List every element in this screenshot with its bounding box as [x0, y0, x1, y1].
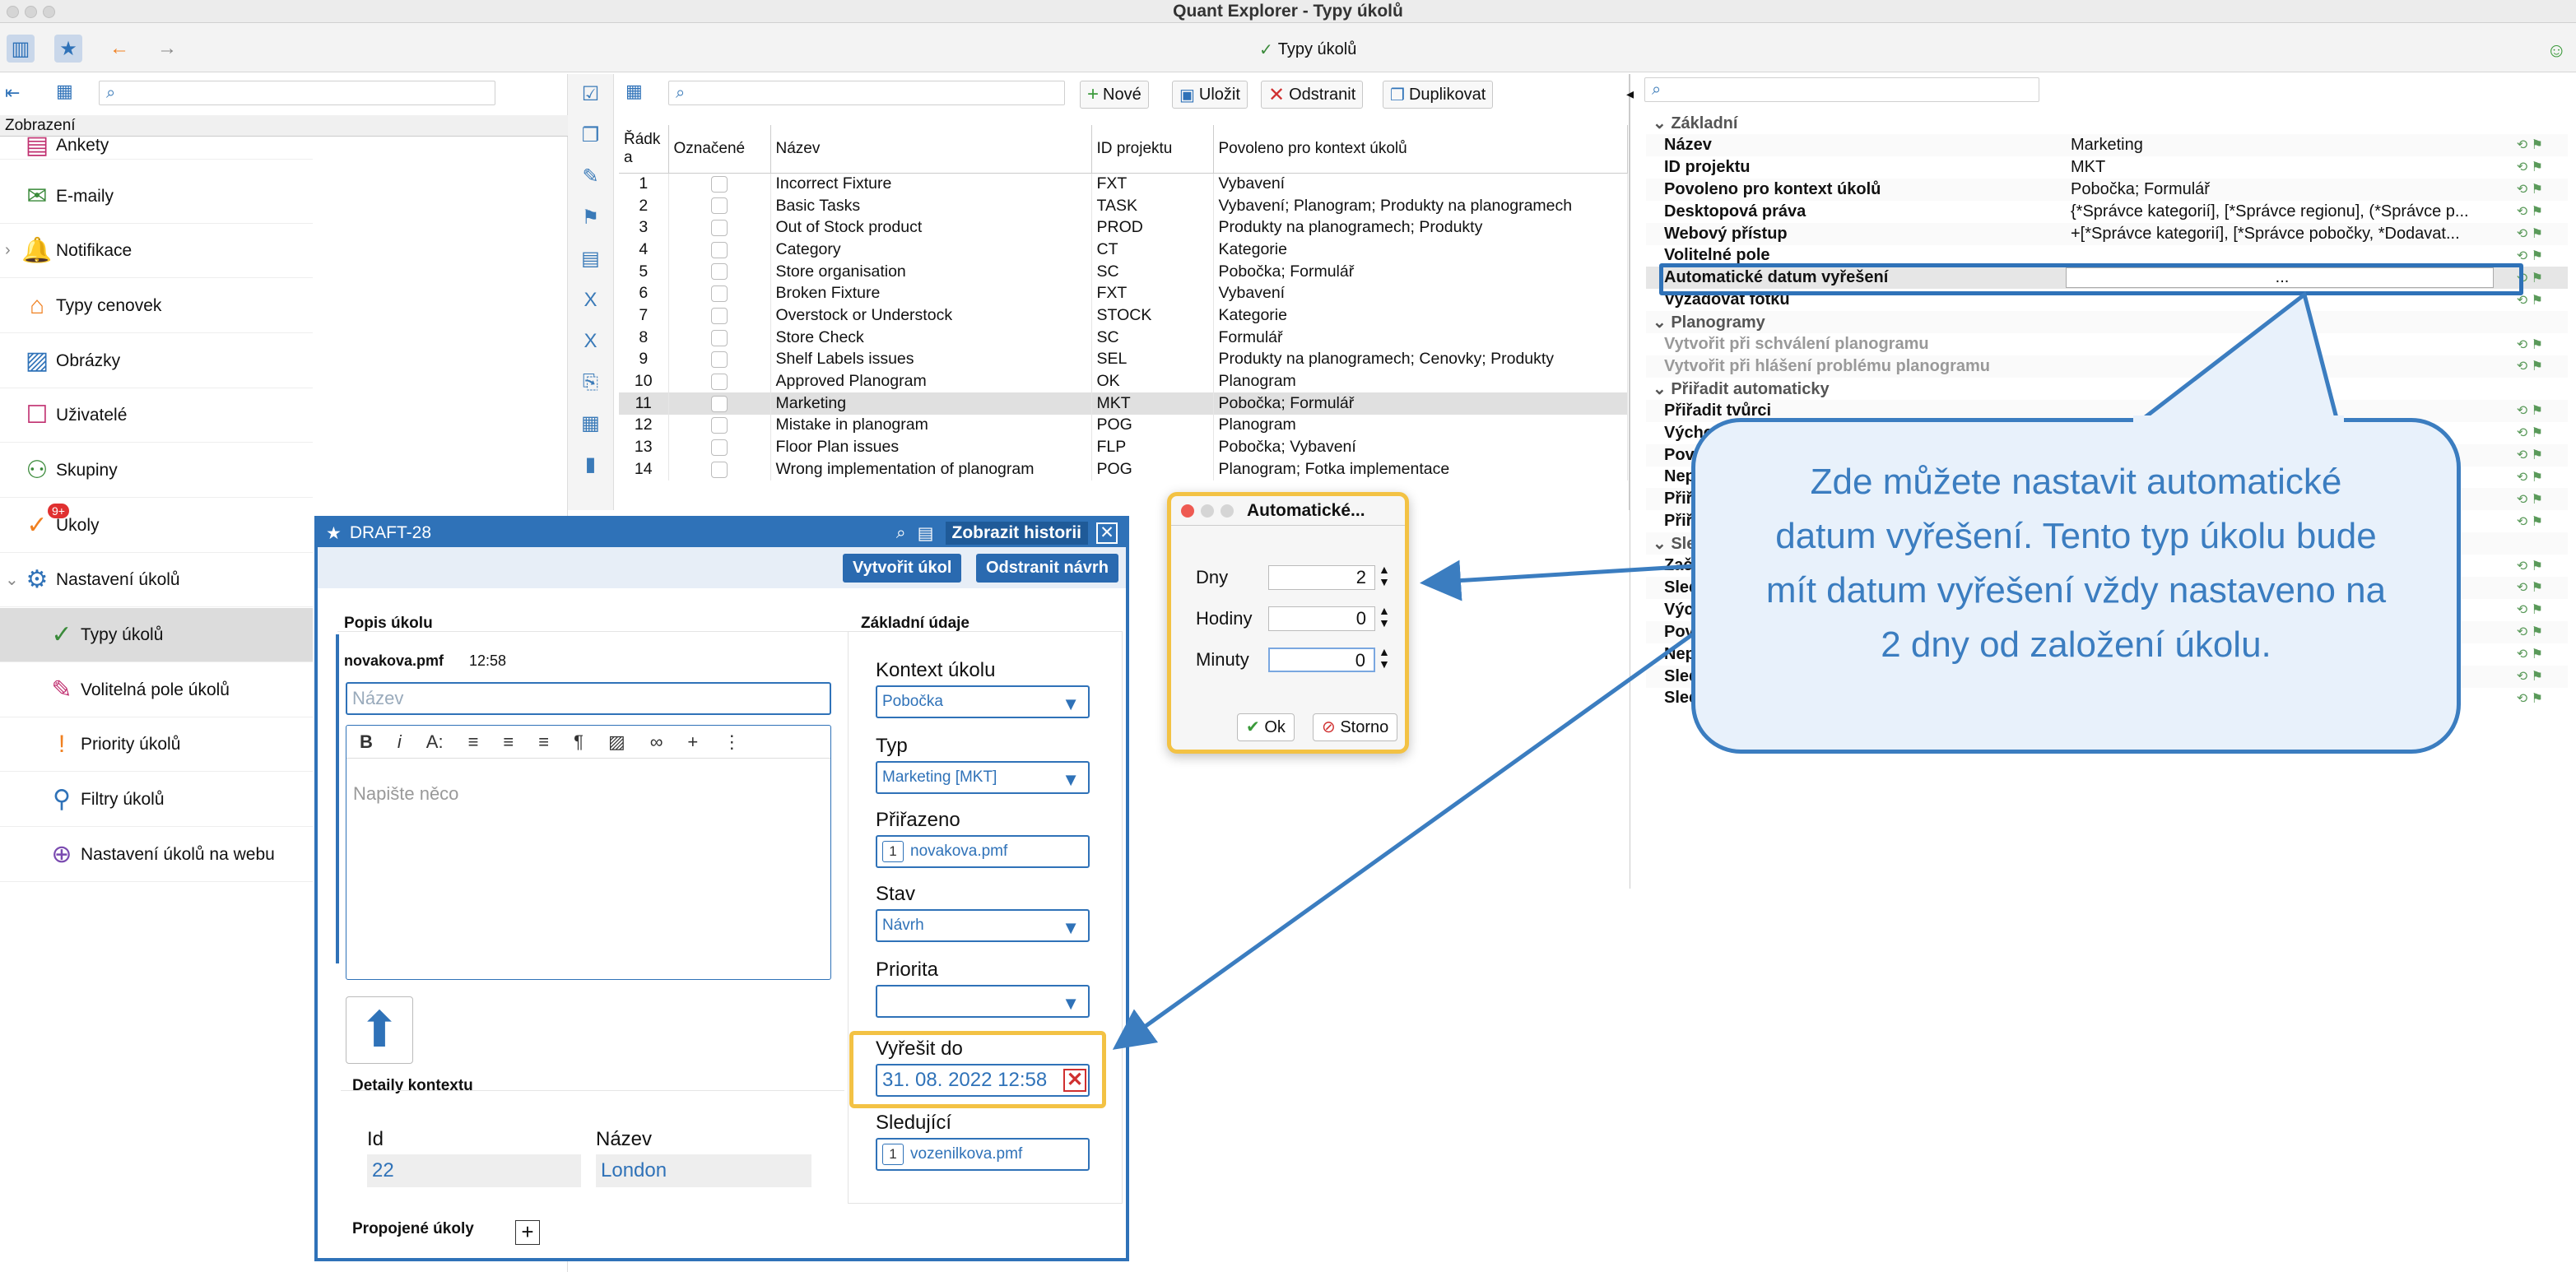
callout-pointer: [2133, 290, 2341, 424]
callout-text: Zde můžete nastavit automatické datum vy…: [1765, 462, 2387, 665]
arrow-to-dialog: [1420, 559, 1696, 601]
help-callout: Zde můžete nastavit automatické datum vy…: [1691, 418, 2461, 754]
arrow-to-due-date: [1112, 623, 1707, 1050]
